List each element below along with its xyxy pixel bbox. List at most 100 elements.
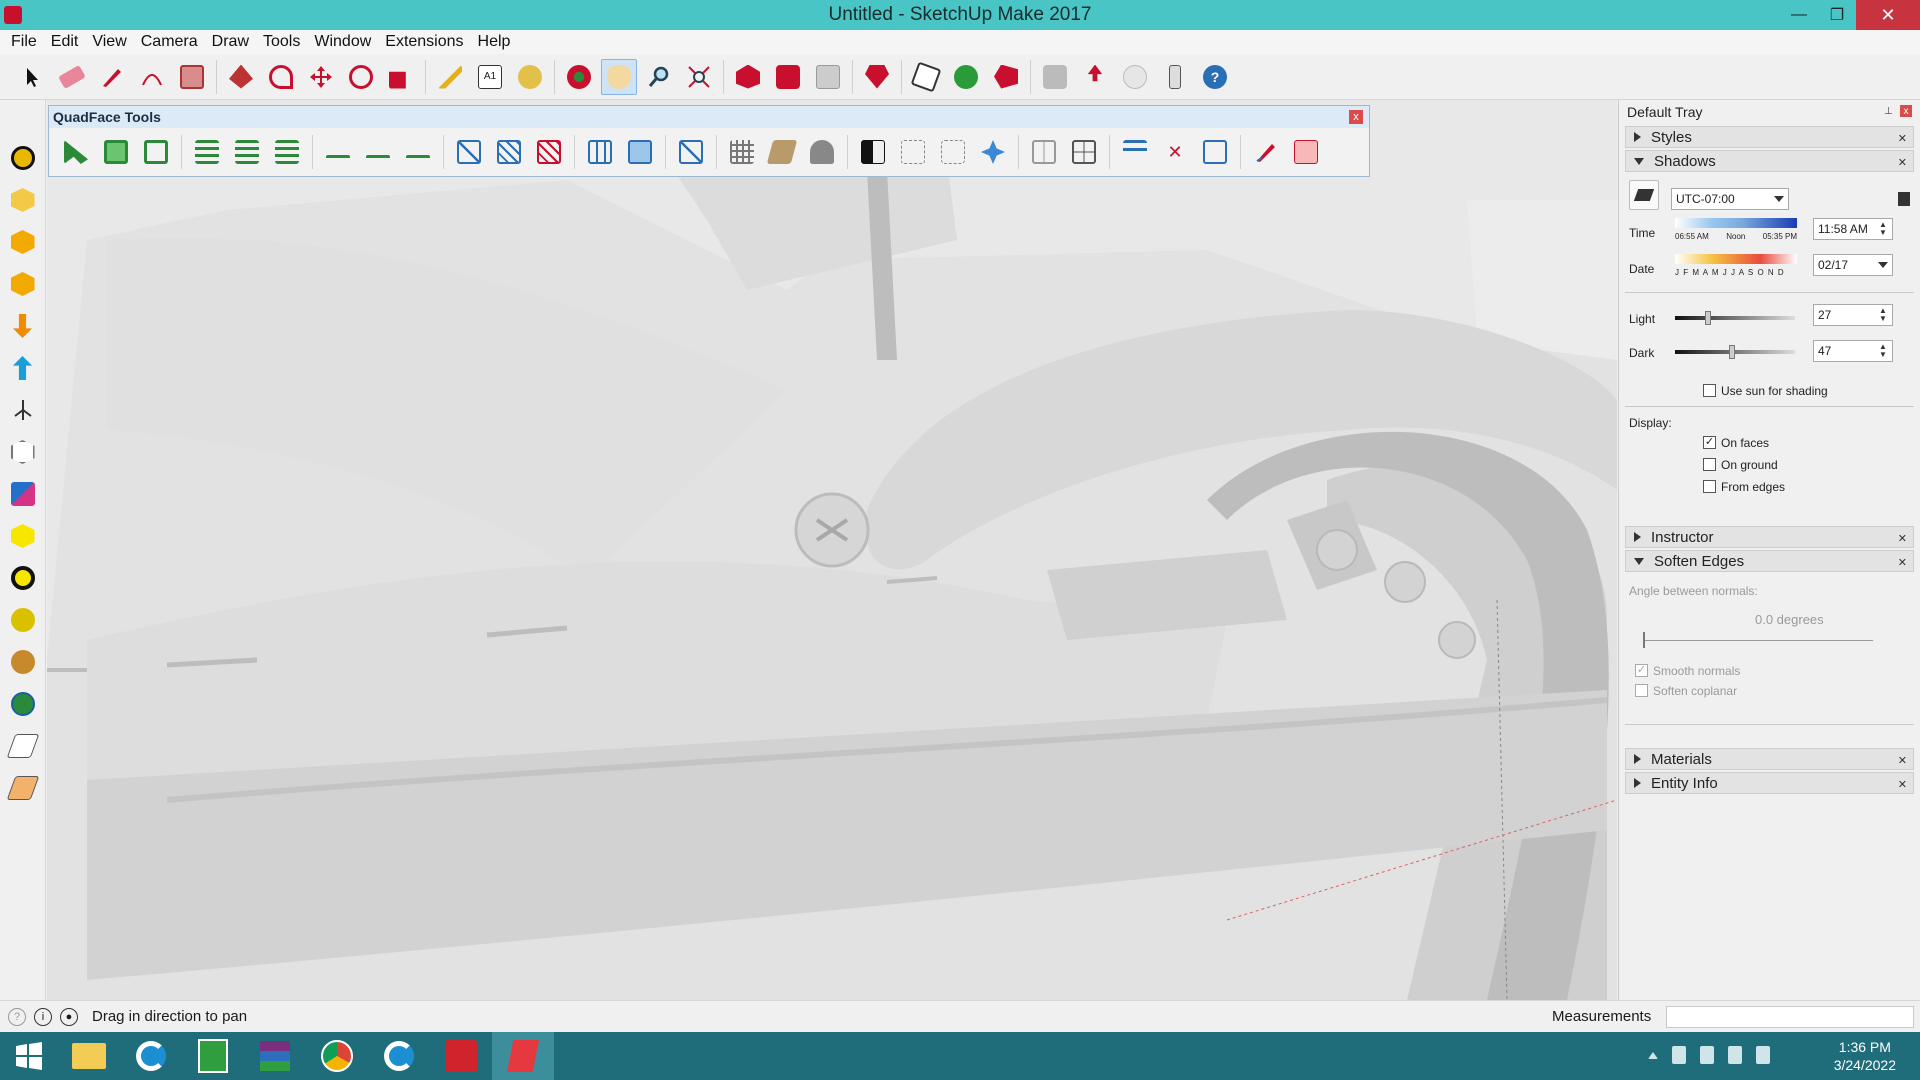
globe-button[interactable] bbox=[5, 686, 41, 722]
soften-coplanar-checkbox[interactable] bbox=[1635, 684, 1648, 697]
qf-region-button[interactable] bbox=[452, 135, 486, 169]
close-icon[interactable]: ✕ bbox=[1898, 754, 1907, 767]
export-button[interactable] bbox=[1077, 59, 1113, 95]
signal-icon[interactable] bbox=[1756, 1046, 1770, 1064]
menu-tools[interactable]: Tools bbox=[256, 33, 307, 51]
toggle-shadows-button[interactable] bbox=[1629, 180, 1659, 210]
taskbar-ccleaner-2[interactable] bbox=[368, 1032, 430, 1080]
follow-me-button[interactable] bbox=[263, 59, 299, 95]
time-slider[interactable] bbox=[1675, 218, 1797, 228]
qf-shrink-selection-button[interactable] bbox=[139, 135, 173, 169]
move-up-button[interactable] bbox=[5, 350, 41, 386]
sketchup-app-icon[interactable] bbox=[4, 6, 22, 24]
light-input[interactable]: 27 ▲ ▼ bbox=[1813, 304, 1893, 326]
select-solid-button[interactable] bbox=[5, 560, 41, 596]
close-icon[interactable]: ✕ bbox=[1898, 532, 1907, 545]
network-icon[interactable] bbox=[1728, 1046, 1742, 1064]
measurements-input[interactable] bbox=[1666, 1006, 1914, 1028]
qf-select-ring-button[interactable] bbox=[190, 135, 224, 169]
face-tool-button[interactable] bbox=[5, 266, 41, 302]
styles-panel-header[interactable]: Styles ✕ bbox=[1625, 126, 1914, 148]
menu-file[interactable]: File bbox=[4, 33, 44, 51]
close-icon[interactable]: ✕ bbox=[1898, 778, 1907, 791]
taskbar-winrar[interactable] bbox=[244, 1032, 306, 1080]
maximize-button[interactable]: ❐ bbox=[1818, 0, 1856, 30]
sandbox-button[interactable] bbox=[5, 644, 41, 680]
entity-info-panel-header[interactable]: Entity Info ✕ bbox=[1625, 772, 1914, 794]
qf-insert-loops-button[interactable] bbox=[623, 135, 657, 169]
from-edges-checkbox[interactable] bbox=[1703, 480, 1716, 493]
line-tool-button[interactable] bbox=[94, 59, 130, 95]
user-icon[interactable]: ● bbox=[60, 1007, 78, 1026]
volume-icon[interactable] bbox=[1700, 1046, 1714, 1064]
angle-slider-thumb[interactable] bbox=[1643, 632, 1645, 648]
qf-split-button[interactable] bbox=[1067, 135, 1101, 169]
qf-wrap-button[interactable] bbox=[1198, 135, 1232, 169]
light-spinner[interactable]: ▲ ▼ bbox=[1878, 307, 1888, 323]
eraser-tool-button[interactable] bbox=[54, 59, 90, 95]
select-face-button[interactable] bbox=[5, 518, 41, 554]
angle-slider-track[interactable] bbox=[1643, 640, 1873, 641]
menu-view[interactable]: View bbox=[85, 33, 133, 51]
close-icon[interactable]: ✕ bbox=[1898, 156, 1907, 169]
dark-spinner[interactable]: ▲ ▼ bbox=[1878, 343, 1888, 359]
taskbar-calculator[interactable] bbox=[182, 1032, 244, 1080]
shadows-panel-header[interactable]: Shadows ✕ bbox=[1625, 150, 1914, 172]
qf-uv-paste-button[interactable] bbox=[805, 135, 839, 169]
on-ground-checkbox[interactable] bbox=[1703, 458, 1716, 471]
taskbar-ccleaner[interactable] bbox=[120, 1032, 182, 1080]
on-faces-checkbox[interactable]: ✓ bbox=[1703, 436, 1716, 449]
vertex-tool-button[interactable] bbox=[5, 182, 41, 218]
paint-bucket-button[interactable] bbox=[512, 59, 548, 95]
taskbar-file-explorer[interactable] bbox=[58, 1032, 120, 1080]
close-button[interactable]: ✕ bbox=[1856, 0, 1920, 30]
shadows-sun-button[interactable] bbox=[5, 140, 41, 176]
move-down-button[interactable] bbox=[5, 308, 41, 344]
materials-panel-header[interactable]: Materials ✕ bbox=[1625, 748, 1914, 770]
menu-window[interactable]: Window bbox=[307, 33, 378, 51]
tape-measure-button[interactable] bbox=[432, 59, 468, 95]
qf-sketch-button[interactable] bbox=[1249, 135, 1283, 169]
qf-line-tool-button[interactable] bbox=[896, 135, 930, 169]
date-slider[interactable] bbox=[1675, 254, 1797, 264]
device-icon[interactable] bbox=[1672, 1046, 1686, 1064]
details-toggle-icon[interactable] bbox=[1898, 192, 1910, 206]
dark-input[interactable]: 47 ▲ ▼ bbox=[1813, 340, 1893, 362]
use-sun-checkbox[interactable] bbox=[1703, 384, 1716, 397]
orbit-button[interactable] bbox=[561, 59, 597, 95]
qf-build-corners-button[interactable] bbox=[674, 135, 708, 169]
solid-tools-button[interactable] bbox=[1037, 59, 1073, 95]
push-pull-button[interactable] bbox=[223, 59, 259, 95]
show-hidden-icons-icon[interactable] bbox=[1648, 1052, 1658, 1059]
info-icon[interactable]: i bbox=[34, 1007, 52, 1026]
soften-edges-panel-header[interactable]: Soften Edges ✕ bbox=[1625, 550, 1914, 572]
arc-tool-button[interactable] bbox=[134, 59, 170, 95]
eraser-orange-button[interactable] bbox=[5, 770, 41, 806]
menu-draw[interactable]: Draw bbox=[205, 33, 256, 51]
minimize-button[interactable]: — bbox=[1780, 0, 1818, 30]
qf-remove-triangulation-button[interactable] bbox=[532, 135, 566, 169]
pan-button[interactable] bbox=[601, 58, 637, 95]
3d-warehouse-button[interactable] bbox=[730, 59, 766, 95]
qf-grow-selection-button[interactable] bbox=[99, 135, 133, 169]
dark-slider-thumb[interactable] bbox=[1729, 345, 1735, 359]
uv-tool-button[interactable] bbox=[5, 476, 41, 512]
taskbar-chrome[interactable] bbox=[306, 1032, 368, 1080]
help-button[interactable]: ? bbox=[1197, 59, 1233, 95]
qf-triangulate-button[interactable] bbox=[492, 135, 526, 169]
menu-edit[interactable]: Edit bbox=[44, 33, 86, 51]
qf-shrink-loop-button[interactable] bbox=[401, 135, 435, 169]
pin-icon[interactable]: ⊥ bbox=[1884, 106, 1894, 118]
geo-location-icon[interactable]: ? bbox=[8, 1007, 26, 1026]
eraser-left-button[interactable] bbox=[5, 728, 41, 764]
qf-uv-copy-button[interactable] bbox=[765, 135, 799, 169]
share-model-button[interactable] bbox=[810, 59, 846, 95]
qf-grow-loop-button[interactable] bbox=[361, 135, 395, 169]
qf-uv-map-button[interactable] bbox=[725, 135, 759, 169]
rotate-tool-button[interactable] bbox=[343, 59, 379, 95]
text-tool-button[interactable]: A1 bbox=[472, 59, 508, 95]
time-spinner[interactable]: ▲ ▼ bbox=[1878, 221, 1888, 237]
axes-button[interactable] bbox=[5, 392, 41, 428]
menu-camera[interactable]: Camera bbox=[134, 33, 205, 51]
qf-select-loop-button[interactable] bbox=[321, 135, 355, 169]
